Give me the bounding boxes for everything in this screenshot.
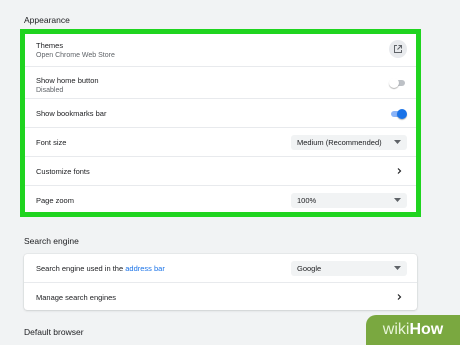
font-size-row: Font size Medium (Recommended) <box>24 127 417 156</box>
themes-row[interactable]: Themes Open Chrome Web Store <box>24 33 417 66</box>
open-in-new-icon <box>394 45 402 53</box>
default-browser-section-title: Default browser <box>24 327 84 337</box>
page-zoom-row: Page zoom 100% <box>24 185 417 213</box>
font-size-label: Font size <box>36 138 67 147</box>
manage-search-engines-label: Manage search engines <box>36 293 117 302</box>
page-zoom-label: Page zoom <box>36 196 74 205</box>
watermark-part1: wiki <box>382 321 410 338</box>
manage-search-engines-row[interactable]: Manage search engines <box>24 282 417 310</box>
watermark-part2: How <box>409 321 444 338</box>
chevron-right-icon <box>397 168 402 174</box>
bookmarks-bar-row: Show bookmarks bar <box>24 98 417 127</box>
themes-label: Themes <box>36 41 64 50</box>
search-engine-row: Search engine used in the address bar Go… <box>24 254 417 282</box>
dropdown-arrow-icon <box>394 140 401 144</box>
address-bar-link[interactable]: address bar <box>125 264 165 273</box>
page-zoom-select[interactable]: 100% <box>291 193 407 208</box>
appearance-section-title: Appearance <box>24 15 70 25</box>
themes-sublabel: Open Chrome Web Store <box>36 52 115 59</box>
font-size-value: Medium (Recommended) <box>297 138 382 147</box>
search-engine-select[interactable]: Google <box>291 261 407 276</box>
chevron-right-icon <box>397 294 402 300</box>
search-engine-label: Search engine used in the address bar <box>36 264 165 273</box>
dropdown-arrow-icon <box>394 198 401 202</box>
search-engine-section-title: Search engine <box>24 236 79 246</box>
search-engine-value: Google <box>297 264 322 273</box>
home-button-label: Show home button <box>36 76 99 85</box>
customize-fonts-row[interactable]: Customize fonts <box>24 156 417 185</box>
open-external-button[interactable] <box>389 40 407 58</box>
home-button-row: Show home button Disabled <box>24 66 417 98</box>
font-size-select[interactable]: Medium (Recommended) <box>291 135 407 150</box>
search-engine-card: Search engine used in the address bar Go… <box>24 254 417 310</box>
bookmarks-bar-label: Show bookmarks bar <box>36 109 107 118</box>
customize-fonts-label: Customize fonts <box>36 167 90 176</box>
home-button-toggle[interactable] <box>389 78 407 88</box>
wikihow-watermark: wiki How <box>366 315 460 345</box>
bookmarks-bar-toggle[interactable] <box>389 109 407 119</box>
page-zoom-value: 100% <box>297 196 317 205</box>
home-button-sublabel: Disabled <box>36 87 64 94</box>
dropdown-arrow-icon <box>394 266 401 270</box>
appearance-card: Themes Open Chrome Web Store Show home b… <box>24 33 417 213</box>
